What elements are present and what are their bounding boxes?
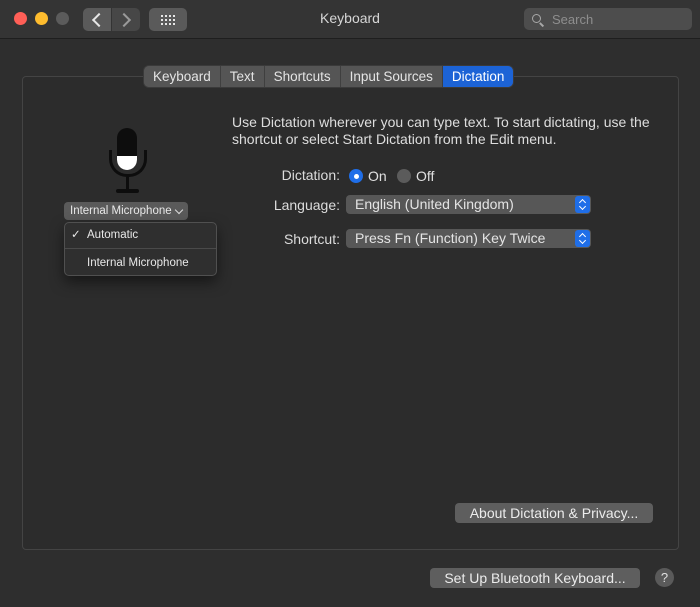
dictation-on-label: On [368,168,387,184]
language-label: Language: [273,197,340,213]
dictation-on-radio[interactable] [349,169,363,183]
tab-keyboard[interactable]: Keyboard [144,66,221,87]
chevron-down-icon [174,205,183,214]
tab-shortcuts[interactable]: Shortcuts [264,66,341,87]
help-button[interactable]: ? [655,568,674,587]
dictation-description: Use Dictation wherever you can type text… [232,114,650,147]
microphone-source-menu: ✓ Automatic Internal Microphone [64,222,217,276]
microphone-source-value: Internal Microphone [70,205,172,217]
dictation-label: Dictation: [281,167,340,183]
set-up-bluetooth-keyboard-button[interactable]: Set Up Bluetooth Keyboard... [430,568,640,588]
title-bar: Keyboard [0,0,700,39]
shortcut-value: Press Fn (Function) Key Twice [355,230,546,246]
search-icon [532,14,545,27]
tab-text[interactable]: Text [220,66,265,87]
shortcut-label: Shortcut: [283,231,340,247]
language-value: English (United Kingdom) [355,196,514,212]
checkmark-icon: ✓ [71,229,81,241]
menu-item-automatic[interactable]: ✓ Automatic [65,224,216,246]
shortcut-select[interactable]: Press Fn (Function) Key Twice [346,229,591,248]
microphone-source-select[interactable]: Internal Microphone [64,202,188,220]
menu-separator [65,248,216,249]
up-down-arrows-icon [575,230,590,247]
up-down-arrows-icon [575,196,590,213]
tab-input-sources[interactable]: Input Sources [340,66,443,87]
about-dictation-privacy-button[interactable]: About Dictation & Privacy... [455,503,653,523]
dictation-off-radio[interactable] [397,169,411,183]
microphone-icon [108,128,148,198]
dictation-off-label: Off [416,168,435,184]
search-field[interactable] [524,8,692,30]
language-select[interactable]: English (United Kingdom) [346,195,591,214]
tab-bar: Keyboard Text Shortcuts Input Sources Di… [144,66,514,87]
keyboard-preferences-window: Keyboard Keyboard Text Shortcuts Input S… [0,0,700,607]
search-input[interactable] [550,10,684,28]
menu-item-internal-microphone[interactable]: Internal Microphone [65,252,216,274]
tab-dictation[interactable]: Dictation [442,66,514,87]
